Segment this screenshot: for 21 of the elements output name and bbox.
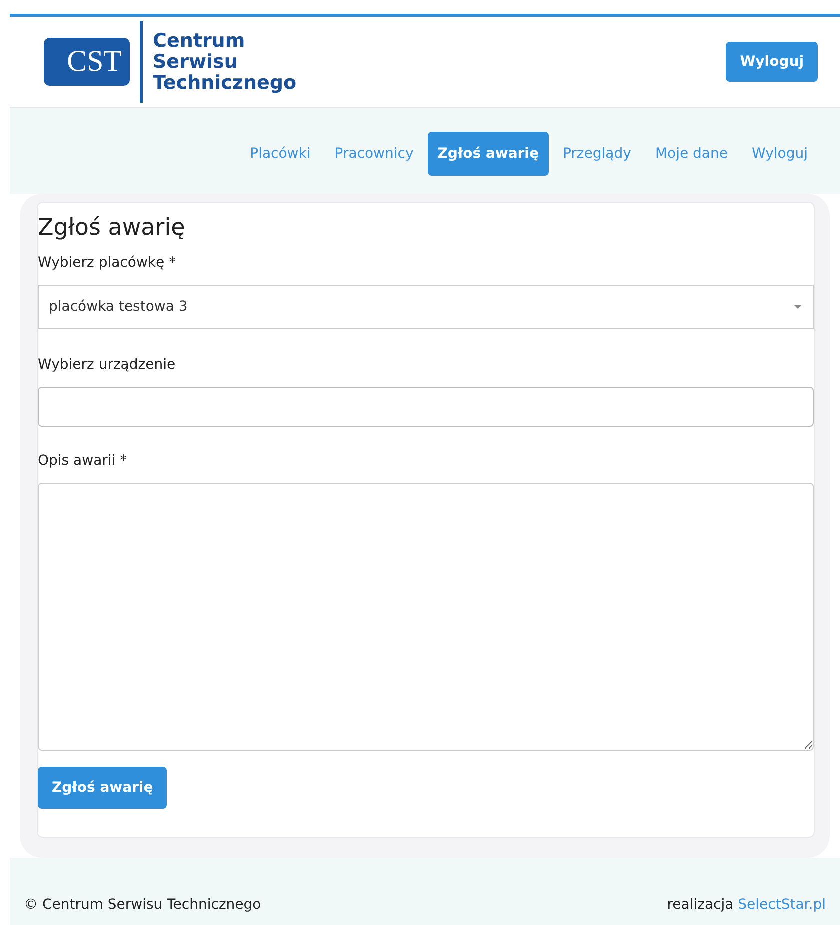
form-title: Zgłoś awarię — [38, 215, 186, 241]
nav-tab[interactable]: Przeglądy — [552, 132, 642, 176]
logo-text: Centrum Serwisu Technicznego — [153, 30, 297, 94]
field-label: Opis awarii * — [38, 453, 128, 469]
submit-button[interactable]: Zgłoś awarię — [38, 767, 168, 809]
field-label: Wybierz urządzenie — [38, 357, 177, 373]
nav-tab[interactable]: Placówki — [240, 132, 321, 176]
field-label: Wybierz placówkę * — [38, 255, 178, 271]
logo-mark: CST — [44, 38, 130, 86]
nav-tab[interactable]: Zgłoś awarię — [428, 132, 549, 176]
textarea-field[interactable] — [38, 483, 814, 751]
copyright-text: © Centrum Serwisu Technicznego — [24, 897, 262, 913]
nav-tab[interactable]: Pracownicy — [324, 132, 424, 176]
logout-button[interactable]: Wyloguj — [726, 42, 818, 82]
input-field[interactable] — [38, 387, 814, 427]
credit-text: realizacja — [667, 897, 734, 913]
nav-tab[interactable]: Wyloguj — [742, 132, 818, 176]
select-field[interactable]: placówka testowa 3 — [38, 285, 814, 329]
nav-tab[interactable]: Moje dane — [645, 132, 738, 176]
caret-icon — [793, 304, 803, 310]
credit-link[interactable]: SelectStar.pl — [738, 897, 826, 913]
